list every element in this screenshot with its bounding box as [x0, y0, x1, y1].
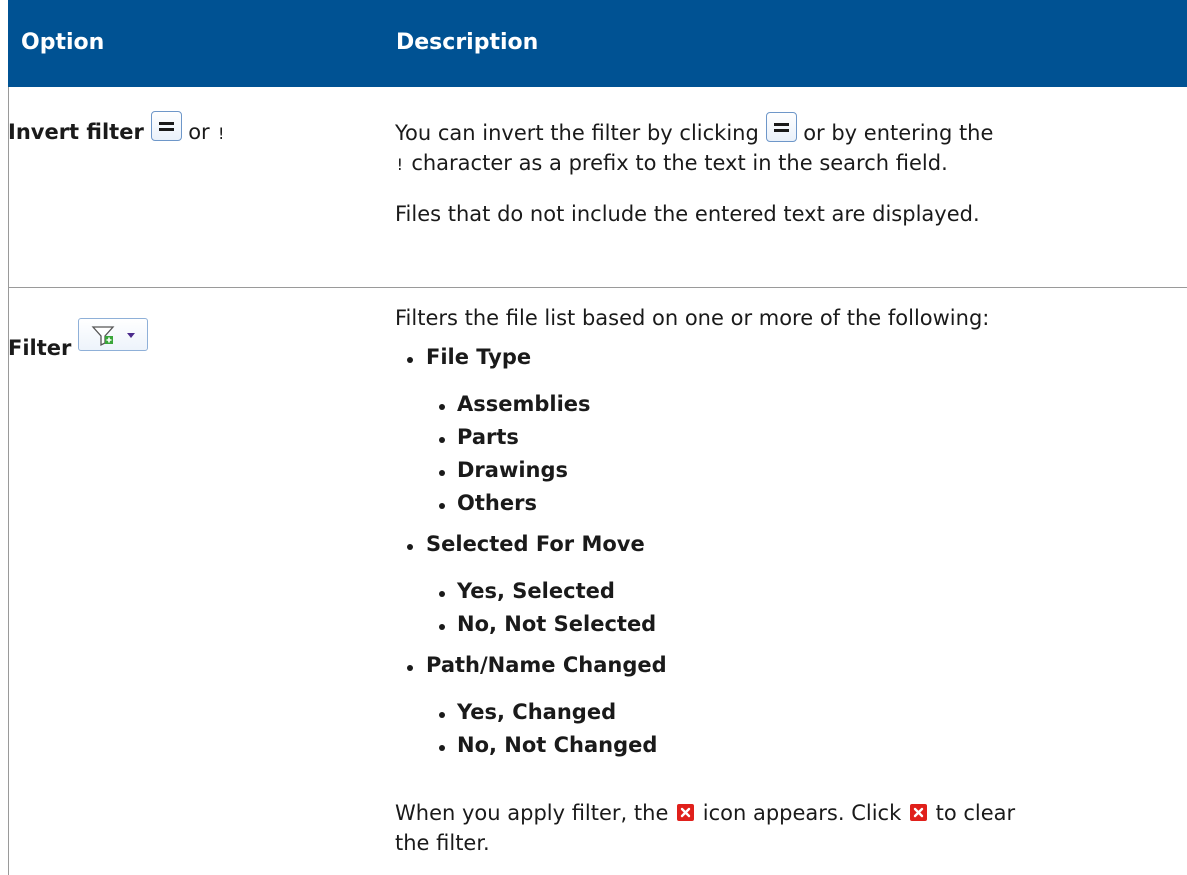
header-option: Option — [21, 30, 105, 55]
item-assemblies: Assemblies — [457, 392, 591, 416]
group-selected-for-move: Selected For Move — [426, 532, 645, 556]
desc-text: You can invert the filter by clicking — [395, 121, 759, 145]
bullet-dot — [407, 357, 413, 363]
bullet-dot — [439, 712, 445, 718]
desc-text: When you apply filter, the — [395, 801, 669, 825]
equals-icon — [765, 112, 797, 142]
filter-footer-line2: the filter. — [395, 831, 490, 855]
option-filter: Filter — [8, 283, 149, 360]
header-description: Description — [396, 30, 539, 55]
desc-text: to clear — [935, 801, 1016, 825]
filter-footer-line1: When you apply filter, the icon appears.… — [395, 801, 1015, 825]
bullet-dot — [439, 745, 445, 751]
option-label: Invert filter — [8, 120, 144, 144]
desc-invert-line1: You can invert the filter by clicking or… — [395, 112, 993, 145]
option-label: Filter — [8, 336, 72, 360]
bullet-dot — [407, 544, 413, 550]
desc-invert-line2: ! character as a prefix to the text in t… — [395, 151, 948, 175]
clear-filter-icon — [909, 804, 927, 821]
bullet-dot — [439, 437, 445, 443]
bullet-dot — [439, 404, 445, 410]
item-yes-changed: Yes, Changed — [457, 700, 617, 724]
option-prefix-char: ! — [216, 124, 226, 143]
table-left-border — [8, 87, 9, 875]
bullet-dot — [439, 503, 445, 509]
filter-intro: Filters the file list based on one or mo… — [395, 306, 990, 330]
group-path-name-changed: Path/Name Changed — [426, 653, 667, 677]
option-connector: or — [188, 120, 210, 144]
row-separator — [8, 287, 1187, 288]
bullet-dot — [439, 624, 445, 630]
options-table: Option Description Invert filter or ! Yo… — [8, 0, 1187, 875]
group-file-type: File Type — [426, 345, 532, 369]
item-no-not-selected: No, Not Selected — [457, 612, 657, 636]
item-drawings: Drawings — [457, 458, 569, 482]
item-yes-selected: Yes, Selected — [457, 579, 615, 603]
item-no-not-changed: No, Not Changed — [457, 733, 658, 757]
desc-invert-para2: Files that do not include the entered te… — [395, 202, 980, 226]
prefix-char: ! — [395, 155, 405, 174]
filter-add-icon[interactable] — [78, 318, 149, 351]
bullet-dot — [439, 591, 445, 597]
desc-text: character as a prefix to the text in the… — [411, 151, 948, 175]
option-invert-filter: Invert filter or ! — [8, 111, 226, 144]
bullet-dot — [407, 665, 413, 671]
desc-text: icon appears. Click — [702, 801, 902, 825]
table-header: Option Description — [8, 0, 1187, 87]
item-parts: Parts — [457, 425, 519, 449]
item-others: Others — [457, 491, 537, 515]
bullet-dot — [439, 470, 445, 476]
equals-icon[interactable] — [150, 111, 182, 141]
desc-text: or by entering the — [803, 121, 994, 145]
clear-filter-icon — [677, 804, 695, 821]
